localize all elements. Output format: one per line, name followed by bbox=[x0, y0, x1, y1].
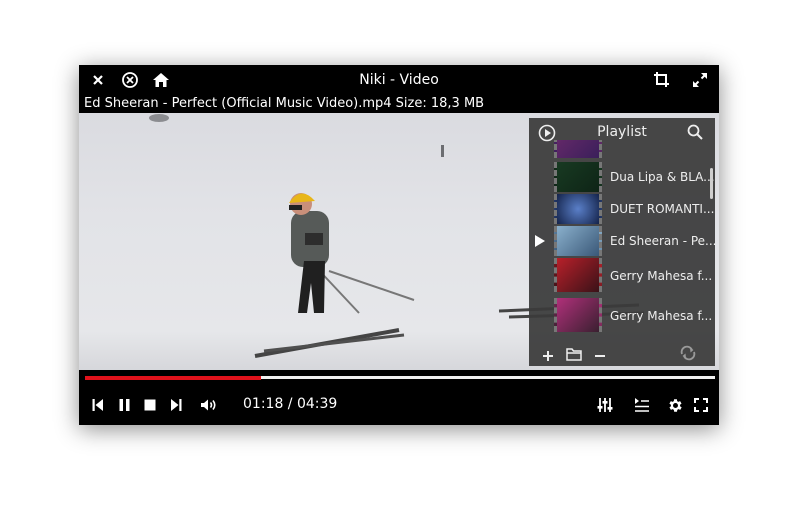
playlist-item-label: Dua Lipa & BLA... bbox=[610, 170, 715, 184]
fullscreen-icon bbox=[694, 398, 708, 412]
repeat-icon bbox=[680, 345, 696, 361]
playlist-item[interactable]: Gerry Mahesa f... bbox=[529, 298, 713, 334]
volume-button[interactable] bbox=[200, 395, 218, 415]
stop-icon bbox=[144, 399, 156, 411]
playlist-item-label: Gerry Mahesa f... bbox=[610, 309, 713, 323]
fullscreen-button[interactable] bbox=[693, 395, 709, 415]
stop-playback-button[interactable] bbox=[143, 395, 157, 415]
playlist-item-label: Ed Sheeran - Pe... bbox=[610, 234, 717, 248]
playlist-item[interactable]: DUET ROMANTI... bbox=[529, 194, 714, 226]
playlist-item-current[interactable]: Ed Sheeran - Pe... bbox=[529, 226, 717, 258]
playlist-footer bbox=[529, 340, 715, 366]
folder-icon bbox=[566, 348, 582, 361]
video-thumbnail bbox=[554, 140, 602, 158]
search-icon bbox=[687, 124, 703, 140]
video-player-window: Niki - Video Ed Sheeran - Perfect (Offic… bbox=[79, 65, 719, 425]
crop-icon bbox=[654, 72, 669, 87]
title-bar: Niki - Video bbox=[79, 65, 719, 95]
gear-icon bbox=[668, 398, 682, 412]
now-playing-icon bbox=[535, 235, 545, 247]
playlist-repeat-button[interactable] bbox=[679, 345, 697, 365]
video-thumbnail bbox=[554, 162, 602, 192]
minus-icon bbox=[595, 355, 605, 357]
expand-button[interactable] bbox=[689, 70, 711, 90]
current-time: 01:18 bbox=[243, 396, 284, 412]
equalizer-button[interactable] bbox=[596, 395, 614, 415]
seek-bar-progress bbox=[85, 376, 262, 380]
control-bar: 01:18 / 04:39 bbox=[79, 387, 719, 425]
playlist-item[interactable]: Gerry Mahesa f... bbox=[529, 258, 713, 294]
next-button[interactable] bbox=[169, 395, 183, 415]
playlist-panel: Playlist Dua Lipa & BLA... DUET ROMANTI.… bbox=[529, 118, 717, 366]
pause-button[interactable] bbox=[117, 395, 131, 415]
video-thumbnail bbox=[554, 298, 602, 332]
window-title: Niki - Video bbox=[359, 72, 439, 88]
playlist-scrollbar[interactable] bbox=[710, 168, 713, 199]
playlist-remove-button[interactable] bbox=[594, 347, 606, 366]
playlist-item[interactable]: Dua Lipa & BLA... bbox=[529, 162, 715, 194]
pause-icon bbox=[119, 399, 129, 411]
video-thumbnail bbox=[554, 194, 602, 224]
video-thumbnail bbox=[554, 226, 602, 256]
playlist-icon bbox=[635, 398, 649, 412]
crop-button[interactable] bbox=[651, 70, 673, 90]
playlist-toggle-button[interactable] bbox=[633, 395, 651, 415]
skip-next-icon bbox=[171, 399, 182, 411]
expand-icon bbox=[693, 73, 707, 87]
equalizer-icon bbox=[597, 398, 613, 412]
volume-icon bbox=[201, 399, 216, 411]
skip-previous-icon bbox=[92, 399, 103, 411]
file-info: Ed Sheeran - Perfect (Official Music Vid… bbox=[84, 96, 485, 111]
playlist-item-label: DUET ROMANTI... bbox=[610, 202, 715, 216]
settings-button[interactable] bbox=[666, 395, 684, 415]
time-display: 01:18 / 04:39 bbox=[243, 396, 338, 412]
playlist-item[interactable] bbox=[529, 140, 709, 160]
plus-icon bbox=[543, 351, 553, 361]
playlist-open-folder-button[interactable] bbox=[566, 346, 582, 365]
previous-button[interactable] bbox=[91, 395, 105, 415]
playlist-add-button[interactable] bbox=[542, 347, 554, 366]
video-thumbnail bbox=[554, 258, 602, 292]
total-duration: 04:39 bbox=[296, 396, 338, 412]
playlist-item-label: Gerry Mahesa f... bbox=[610, 269, 713, 283]
